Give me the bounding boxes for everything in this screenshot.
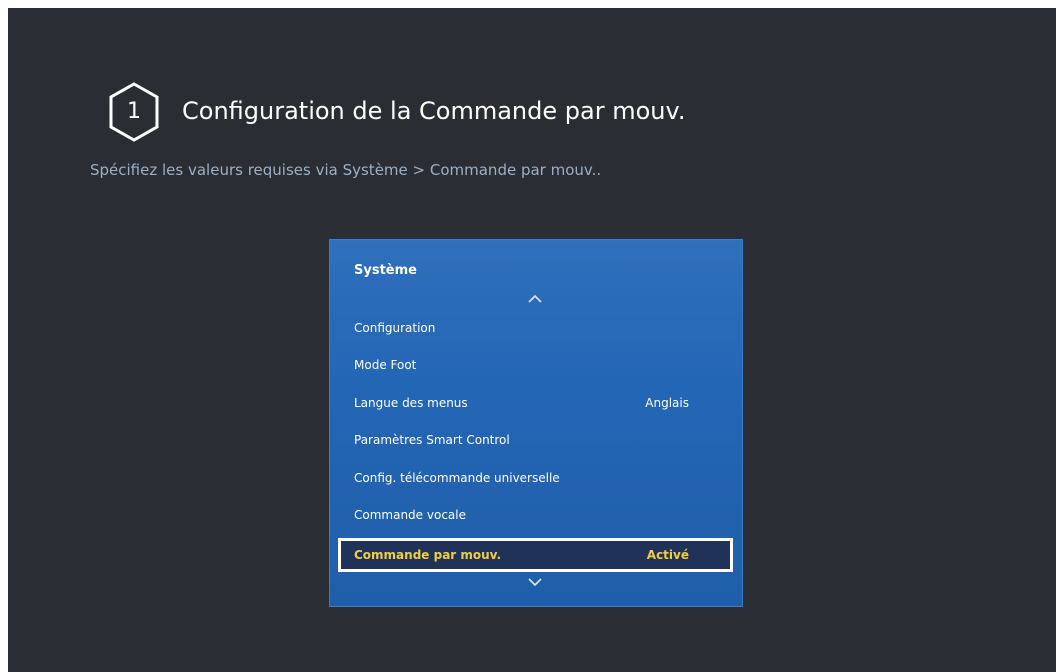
menu-item-commande-vocale[interactable]: Commande vocale xyxy=(338,498,733,532)
instruction-text: Spécifiez les valeurs requises via Systè… xyxy=(90,161,602,179)
menu-item-label: Commande par mouv. xyxy=(354,548,502,562)
menu-item-value: Activé xyxy=(646,548,689,562)
menu-item-value: Anglais xyxy=(645,396,689,410)
menu-item-label: Config. télécommande universelle xyxy=(354,471,560,485)
menu-item-mode-foot[interactable]: Mode Foot xyxy=(338,348,733,382)
chevron-up-icon[interactable] xyxy=(526,293,544,305)
chevron-down-icon[interactable] xyxy=(526,576,544,588)
menu-item-commande-par-mouv[interactable]: Commande par mouv. Activé xyxy=(338,538,733,572)
menu-item-label: Langue des menus xyxy=(354,396,468,410)
menu-item-label: Mode Foot xyxy=(354,358,417,372)
menu-item-langue-des-menus[interactable]: Langue des menus Anglais xyxy=(338,386,733,420)
menu-item-label: Paramètres Smart Control xyxy=(354,433,510,447)
tv-screen: 1 Configuration de la Commande par mouv.… xyxy=(8,8,1056,672)
page-title: Configuration de la Commande par mouv. xyxy=(182,97,686,125)
panel-title: Système xyxy=(354,263,417,278)
menu-item-config-telecommande-universelle[interactable]: Config. télécommande universelle xyxy=(338,461,733,495)
menu-item-label: Configuration xyxy=(354,321,436,335)
system-menu-panel: Système Configuration Mode Foot Langue d… xyxy=(329,239,743,607)
menu-item-parametres-smart-control[interactable]: Paramètres Smart Control xyxy=(338,423,733,457)
menu-item-label: Commande vocale xyxy=(354,508,466,522)
menu-item-configuration[interactable]: Configuration xyxy=(338,311,733,345)
step-number: 1 xyxy=(127,99,141,124)
